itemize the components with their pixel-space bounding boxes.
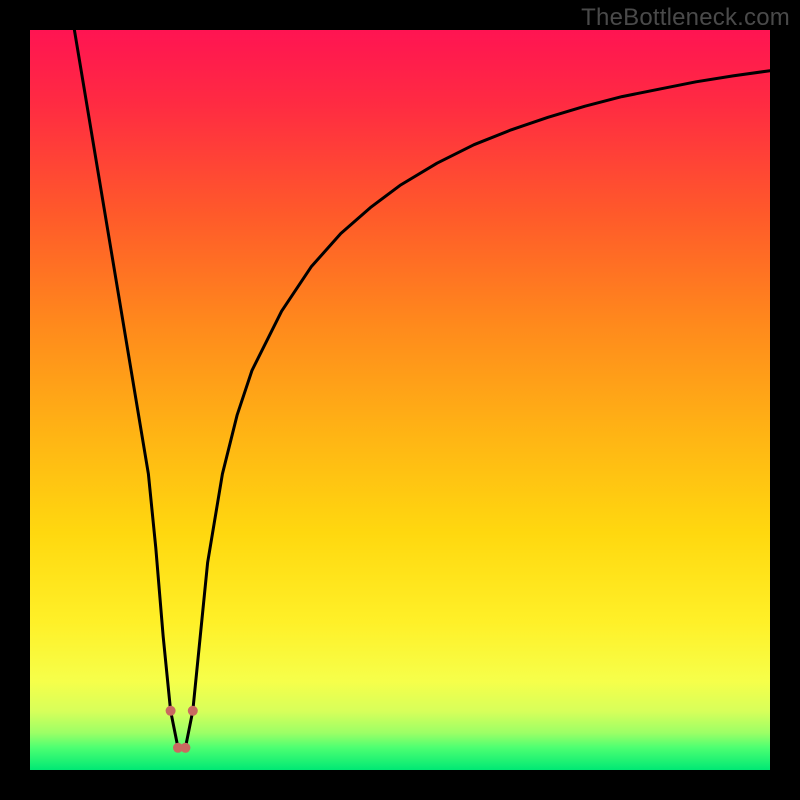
- curve-marker: [166, 706, 176, 716]
- watermark-label: TheBottleneck.com: [581, 4, 790, 32]
- bottleneck-chart: [30, 30, 770, 770]
- chart-frame: TheBottleneck.com: [0, 0, 800, 800]
- curve-marker: [180, 743, 190, 753]
- curve-marker: [188, 706, 198, 716]
- gradient-background: [30, 30, 770, 770]
